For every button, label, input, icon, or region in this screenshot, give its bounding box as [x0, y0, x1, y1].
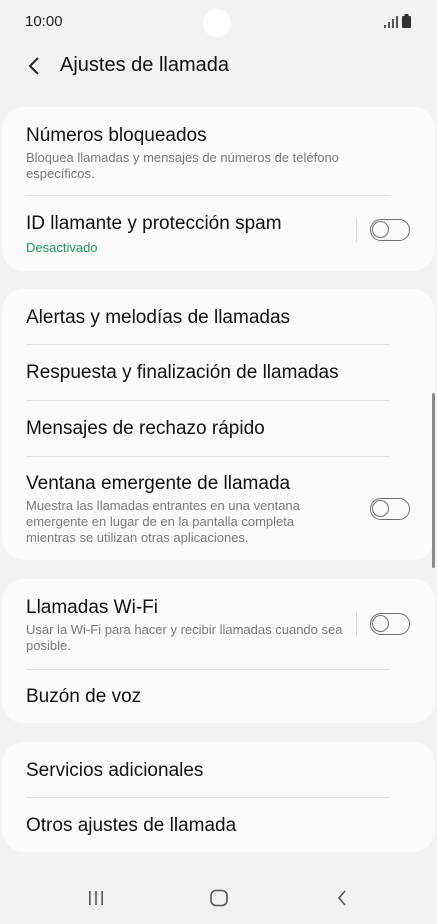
list-item-other-call-settings[interactable]: Otros ajustes de llamada [2, 798, 435, 852]
list-item-wifi-calling[interactable]: Llamadas Wi-Fi Usar la Wi-Fi para hacer … [2, 579, 435, 669]
item-title: Buzón de voz [26, 686, 142, 707]
list-item-additional-services[interactable]: Servicios adicionales [2, 742, 435, 797]
card-blocking: Números bloqueados Bloquea llamadas y me… [2, 107, 435, 271]
item-title: Mensajes de rechazo rápido [26, 418, 265, 439]
recents-button[interactable] [76, 882, 116, 914]
item-title: Servicios adicionales [26, 760, 204, 781]
item-subtitle: Usar la Wi-Fi para hacer y recibir llama… [26, 622, 343, 653]
list-item-popup-window[interactable]: Ventana emergente de llamada Muestra las… [2, 457, 435, 560]
list-item-alerts-ringtones[interactable]: Alertas y melodías de llamadas [2, 289, 435, 344]
toggle-knob [372, 615, 389, 632]
recents-icon [89, 891, 103, 905]
vertical-separator [356, 612, 357, 636]
signal-icon [384, 16, 398, 28]
back-icon [337, 890, 346, 906]
page-title: Ajustes de llamada [60, 54, 229, 76]
item-subtitle: Bloquea llamadas y mensajes de números d… [26, 150, 339, 181]
app-bar: Ajustes de llamada [0, 44, 437, 88]
item-title: ID llamante y protección spam [26, 213, 282, 234]
vertical-separator [356, 218, 357, 242]
scrollbar-thumb[interactable] [432, 393, 435, 568]
item-title: Otros ajustes de llamada [26, 815, 237, 836]
navigation-bar [0, 868, 437, 924]
item-title: Llamadas Wi-Fi [26, 597, 158, 618]
chevron-left-icon [28, 57, 39, 75]
home-icon [210, 889, 228, 907]
card-more-settings: Servicios adicionales Otros ajustes de l… [2, 742, 435, 852]
list-item-voicemail[interactable]: Buzón de voz [2, 670, 435, 723]
caller-id-toggle[interactable] [370, 219, 410, 241]
status-icons [384, 14, 411, 28]
home-button[interactable] [199, 882, 239, 914]
wifi-calling-toggle[interactable] [370, 613, 410, 635]
status-bar: 10:00 [0, 0, 437, 44]
toggle-knob [372, 221, 389, 238]
status-time: 10:00 [25, 13, 63, 30]
battery-icon [402, 14, 411, 28]
card-wifi-voicemail: Llamadas Wi-Fi Usar la Wi-Fi para hacer … [2, 579, 435, 723]
item-status: Desactivado [26, 240, 98, 255]
back-button[interactable] [18, 50, 50, 82]
list-item-quick-decline[interactable]: Mensajes de rechazo rápido [2, 401, 435, 456]
item-title: Ventana emergente de llamada [26, 473, 291, 494]
toggle-knob [372, 500, 389, 517]
list-item-caller-id-spam[interactable]: ID llamante y protección spam Desactivad… [2, 196, 435, 271]
camera-cutout [203, 9, 231, 37]
item-title: Números bloqueados [26, 125, 207, 146]
list-item-blocked-numbers[interactable]: Números bloqueados Bloquea llamadas y me… [2, 107, 435, 190]
item-title: Alertas y melodías de llamadas [26, 307, 291, 328]
item-title: Respuesta y finalización de llamadas [26, 362, 339, 383]
card-call-options: Alertas y melodías de llamadas Respuesta… [2, 289, 435, 560]
nav-back-button[interactable] [322, 882, 362, 914]
list-item-answer-end[interactable]: Respuesta y finalización de llamadas [2, 345, 435, 400]
item-subtitle: Muestra las llamadas entrantes en una ve… [26, 498, 300, 545]
popup-window-toggle[interactable] [370, 498, 410, 520]
